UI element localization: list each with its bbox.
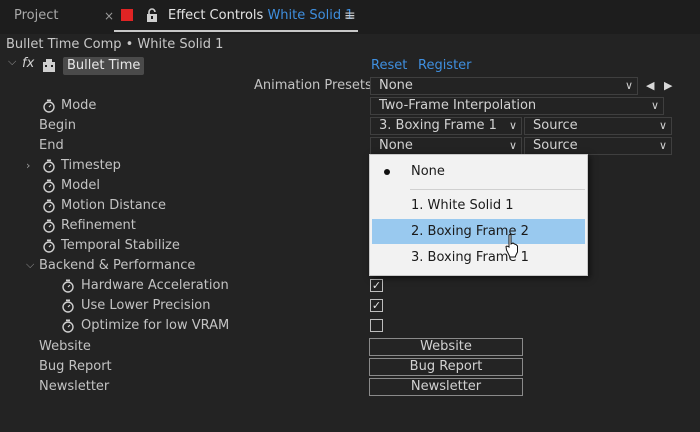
panel-tab-bar: Project × Effect Controls White Solid 1 … [0, 0, 700, 34]
chevron-down-icon: ∨ [508, 139, 517, 152]
begin-source-dropdown[interactable]: Source ∨ [524, 117, 672, 135]
effect-header: ⌵ fx Bullet Time Reset Register [0, 55, 700, 76]
use-lower-precision-checkbox[interactable]: ✓ [370, 299, 383, 312]
tab-effect-controls-label: Effect Controls [168, 8, 264, 23]
backend-group-row: ⌵ Backend & Performance [0, 256, 700, 276]
hardware-acceleration-label: Hardware Acceleration [81, 278, 229, 293]
use-lower-precision-label: Use Lower Precision [81, 298, 211, 313]
begin-source-value: Source [533, 118, 578, 133]
end-layer-dropdown[interactable]: None ∨ [370, 137, 522, 155]
menu-item-boxing-frame-1[interactable]: 3. Boxing Frame 1 [372, 245, 585, 270]
motion-distance-label: Motion Distance [61, 198, 167, 213]
reset-link[interactable]: Reset [371, 56, 407, 76]
website-label: Website [39, 339, 91, 354]
end-label: End [39, 138, 64, 153]
newsletter-button[interactable]: Newsletter [369, 378, 523, 396]
model-label: Model [61, 178, 101, 193]
menu-separator [410, 189, 585, 190]
stopwatch-icon[interactable] [42, 179, 56, 193]
chevron-down-icon: ∨ [508, 119, 517, 132]
effect-name[interactable]: Bullet Time [63, 57, 145, 75]
mode-dropdown[interactable]: Two-Frame Interpolation ∨ [370, 97, 664, 115]
optimize-low-vram-label: Optimize for low VRAM [81, 318, 230, 333]
backend-group-label[interactable]: Backend & Performance [39, 256, 195, 276]
refinement-label: Refinement [61, 218, 136, 233]
animation-presets-value: None [379, 78, 413, 93]
tab-layer-name: White Solid 1 [267, 8, 354, 23]
label-color-swatch [121, 9, 133, 21]
menu-item-white-solid-1[interactable]: 1. White Solid 1 [372, 193, 585, 218]
end-layer-value: None [379, 138, 413, 153]
layer-dropdown-menu: None 1. White Solid 1 2. Boxing Frame 2 … [369, 154, 588, 276]
temporal-stabilize-label: Temporal Stabilize [61, 238, 180, 253]
active-tab-underline [114, 30, 358, 32]
register-link[interactable]: Register [418, 56, 472, 76]
animation-presets-label: Animation Presets: [254, 78, 377, 93]
stopwatch-icon[interactable] [42, 219, 56, 233]
close-icon[interactable]: × [104, 0, 114, 34]
begin-layer-value: 3. Boxing Frame 1 [379, 118, 497, 133]
end-source-dropdown[interactable]: Source ∨ [524, 137, 672, 155]
use-lower-precision-row: Use Lower Precision ✓ [0, 296, 700, 316]
motion-distance-row: Motion Distance [0, 196, 700, 216]
begin-row: Begin 3. Boxing Frame 1 ∨ Source ∨ [0, 116, 700, 136]
breadcrumb: Bullet Time Comp • White Solid 1 [6, 37, 224, 52]
previous-preset-icon[interactable]: ◀ [646, 76, 654, 96]
stopwatch-icon[interactable] [42, 159, 56, 173]
end-row: End None ∨ Source ∨ [0, 136, 700, 156]
animation-presets-row: Animation Presets: None ∨ ◀ ▶ [0, 76, 700, 96]
collapse-chevron-icon[interactable]: ⌵ [8, 55, 16, 69]
animation-presets-dropdown[interactable]: None ∨ [370, 77, 638, 95]
begin-label: Begin [39, 118, 77, 133]
begin-layer-dropdown[interactable]: 3. Boxing Frame 1 ∨ [370, 117, 522, 135]
chevron-down-icon: ∨ [658, 119, 667, 132]
bug-report-row: Bug Report Bug Report [0, 357, 700, 377]
hardware-acceleration-checkbox[interactable]: ✓ [370, 279, 383, 292]
panel-menu-icon[interactable]: ≡ [344, 0, 356, 34]
lock-icon[interactable] [146, 8, 158, 22]
mode-row: Mode Two-Frame Interpolation ∨ [0, 96, 700, 116]
newsletter-label: Newsletter [39, 379, 110, 394]
chevron-down-icon: ∨ [650, 99, 659, 112]
chevron-down-icon: ∨ [658, 139, 667, 152]
fx-toggle-icon[interactable]: fx [22, 56, 34, 71]
menu-item-none[interactable]: None [372, 159, 585, 184]
next-preset-icon[interactable]: ▶ [664, 76, 672, 96]
optimize-low-vram-checkbox[interactable] [370, 319, 383, 332]
tab-project[interactable]: Project [14, 0, 58, 34]
menu-item-label: None [411, 164, 445, 179]
hardware-acceleration-row: Hardware Acceleration ✓ [0, 276, 700, 296]
mode-value: Two-Frame Interpolation [379, 98, 537, 113]
stopwatch-icon[interactable] [61, 299, 75, 313]
stopwatch-icon[interactable] [61, 279, 75, 293]
website-row: Website Website [0, 337, 700, 357]
stopwatch-icon[interactable] [61, 319, 75, 333]
menu-item-boxing-frame-2[interactable]: 2. Boxing Frame 2 [372, 219, 585, 244]
mouse-cursor-icon [505, 234, 518, 258]
model-row: Model [0, 176, 700, 196]
temporal-stabilize-row: Temporal Stabilize [0, 236, 700, 256]
mode-label: Mode [61, 98, 97, 113]
website-button[interactable]: Website [369, 338, 523, 356]
tab-effect-controls[interactable]: Effect Controls White Solid 1 [168, 0, 353, 34]
effect-lock-icon [43, 59, 55, 72]
refinement-row: Refinement [0, 216, 700, 236]
timestep-row: › Timestep [0, 156, 700, 176]
menu-item-label: 1. White Solid 1 [411, 198, 514, 213]
newsletter-row: Newsletter Newsletter [0, 377, 700, 397]
timestep-label: Timestep [61, 158, 121, 173]
stopwatch-icon[interactable] [42, 239, 56, 253]
chevron-down-icon: ∨ [624, 79, 633, 92]
bug-report-label: Bug Report [39, 359, 112, 374]
bug-report-button[interactable]: Bug Report [369, 358, 523, 376]
stopwatch-icon[interactable] [42, 199, 56, 213]
selected-dot-icon [384, 169, 390, 175]
optimize-low-vram-row: Optimize for low VRAM [0, 316, 700, 336]
collapse-chevron-icon[interactable]: ⌵ [26, 255, 34, 275]
expand-chevron-icon[interactable]: › [26, 156, 30, 176]
stopwatch-icon[interactable] [42, 99, 56, 113]
end-source-value: Source [533, 138, 578, 153]
